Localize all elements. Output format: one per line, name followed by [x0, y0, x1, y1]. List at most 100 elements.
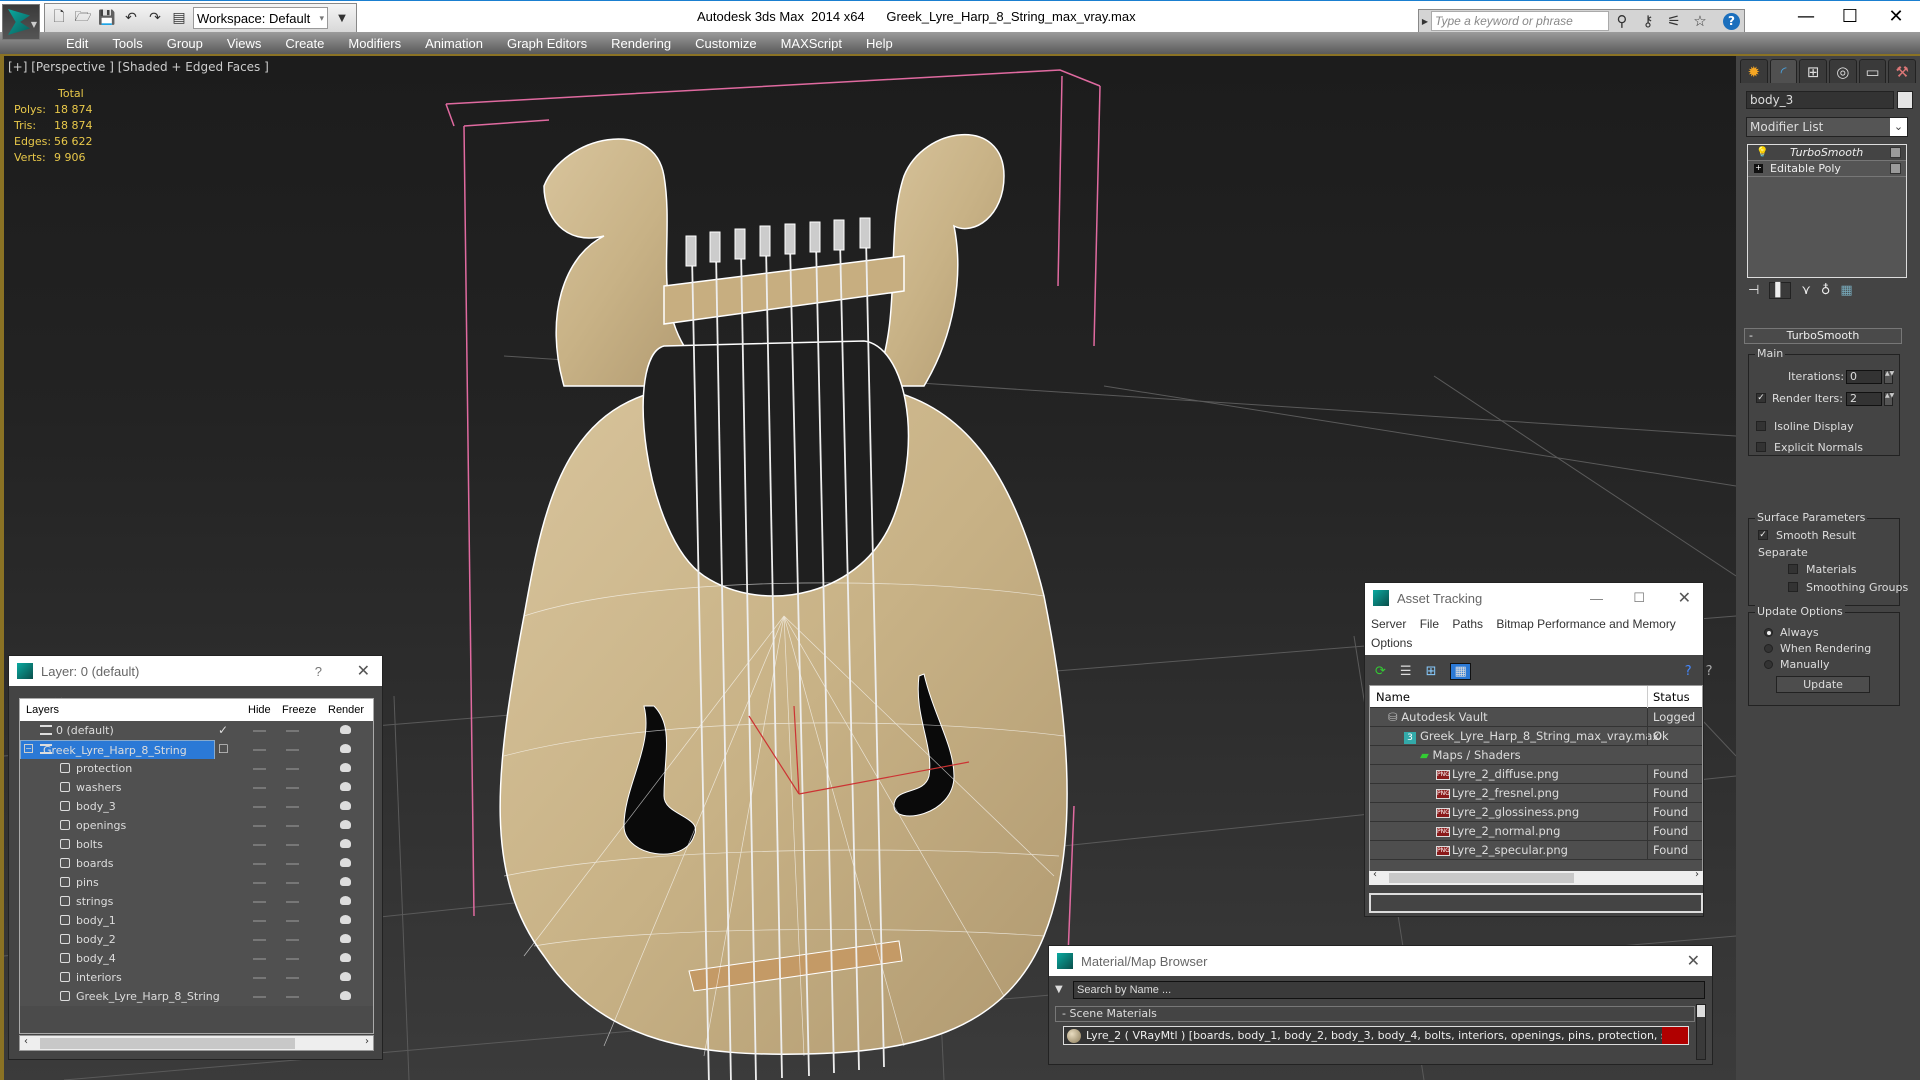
- update-button[interactable]: Update: [1776, 676, 1870, 693]
- menu-modifiers[interactable]: Modifiers: [336, 36, 413, 51]
- scroll-left-icon[interactable]: ‹: [1373, 869, 1377, 880]
- lightbulb-icon[interactable]: 💡: [1756, 145, 1768, 160]
- layer-row[interactable]: Greek_Lyre_Harp_8_String: [20, 987, 373, 1006]
- asset-row[interactable]: PNG Lyre_2_specular.png Found: [1370, 841, 1702, 860]
- vault-status-icon[interactable]: ?: [1706, 664, 1713, 679]
- keyword-search-input[interactable]: Type a keyword or phrase: [1431, 11, 1609, 31]
- pin-stack-icon[interactable]: ⊣: [1748, 283, 1759, 298]
- dialog-title-bar[interactable]: Material/Map Browser ✕: [1049, 946, 1712, 976]
- hide-toggle[interactable]: [253, 996, 266, 998]
- hide-toggle[interactable]: [253, 768, 266, 770]
- hide-toggle[interactable]: [253, 863, 266, 865]
- layer-row[interactable]: − Greek_Lyre_Harp_8_String ☐: [20, 740, 373, 761]
- modifier-list-dropdown[interactable]: Modifier List ⌄: [1746, 117, 1908, 137]
- layer-name[interactable]: boards: [76, 854, 114, 873]
- hide-toggle[interactable]: [253, 806, 266, 808]
- tab-display[interactable]: ▭: [1858, 59, 1887, 83]
- layer-name[interactable]: protection: [76, 759, 132, 778]
- project-folder-icon[interactable]: ▤: [169, 8, 189, 28]
- scroll-left-icon[interactable]: ‹: [24, 1036, 28, 1047]
- show-end-result-icon[interactable]: ▌: [1769, 282, 1792, 299]
- layer-row[interactable]: openings: [20, 816, 373, 835]
- render-teapot-icon[interactable]: [340, 839, 351, 848]
- vault-help-icon[interactable]: ?: [1685, 664, 1692, 679]
- render-teapot-icon[interactable]: [340, 972, 351, 981]
- materials-checkbox[interactable]: [1788, 564, 1798, 574]
- layer-name[interactable]: body_3: [76, 797, 116, 816]
- expand-arrow-icon[interactable]: ▶: [1419, 17, 1431, 26]
- asset-row[interactable]: PNG Lyre_2_normal.png Found: [1370, 822, 1702, 841]
- object-name-field[interactable]: body_3: [1746, 91, 1894, 109]
- render-teapot-icon[interactable]: [340, 991, 351, 1000]
- layer-row[interactable]: body_2: [20, 930, 373, 949]
- object-color-swatch[interactable]: [1897, 91, 1913, 109]
- workspace-dropdown[interactable]: Workspace: Default ▾: [193, 7, 328, 29]
- layer-name[interactable]: openings: [76, 816, 126, 835]
- layer-row[interactable]: 0 (default) ✓: [20, 721, 373, 740]
- tab-hierarchy[interactable]: ⊞: [1799, 59, 1828, 83]
- hide-toggle[interactable]: [253, 882, 266, 884]
- layer-row[interactable]: interiors: [20, 968, 373, 987]
- smooth-result-checkbox[interactable]: ✓: [1758, 530, 1768, 540]
- hide-toggle[interactable]: [253, 844, 266, 846]
- stack-item-editable-poly[interactable]: + Editable Poly: [1748, 161, 1906, 177]
- hide-toggle[interactable]: [253, 958, 266, 960]
- render-teapot-icon[interactable]: [340, 744, 351, 753]
- render-teapot-icon[interactable]: [340, 820, 351, 829]
- hide-toggle[interactable]: [253, 977, 266, 979]
- stack-item-checkbox[interactable]: [1890, 147, 1901, 158]
- menu-views[interactable]: Views: [215, 36, 273, 51]
- hide-toggle[interactable]: [253, 901, 266, 903]
- menu-bitmap-performance[interactable]: Bitmap Performance and Memory: [1496, 617, 1675, 631]
- open-file-icon[interactable]: 🗁: [73, 8, 93, 28]
- render-teapot-icon[interactable]: [340, 877, 351, 886]
- stack-item-turbosmooth[interactable]: 💡 TurboSmooth: [1748, 145, 1906, 161]
- menu-graph-editors[interactable]: Graph Editors: [495, 36, 599, 51]
- tab-utilities[interactable]: ⚒: [1888, 59, 1917, 83]
- scroll-right-icon[interactable]: ›: [365, 1036, 369, 1047]
- menu-paths[interactable]: Paths: [1452, 617, 1483, 631]
- save-icon[interactable]: 💾: [97, 8, 117, 28]
- table-view-icon[interactable]: ▦: [1450, 662, 1471, 680]
- render-teapot-icon[interactable]: [340, 782, 351, 791]
- layer-row[interactable]: body_4: [20, 949, 373, 968]
- stack-item-checkbox[interactable]: [1890, 163, 1901, 174]
- layer-name[interactable]: body_2: [76, 930, 116, 949]
- render-iters-spinner-arrows[interactable]: ▲▼: [1884, 392, 1894, 406]
- viewport-label[interactable]: [+] [Perspective ] [Shaded + Edged Faces…: [8, 60, 269, 74]
- layer-row[interactable]: body_3: [20, 797, 373, 816]
- layer-row[interactable]: body_1: [20, 911, 373, 930]
- render-teapot-icon[interactable]: [340, 725, 351, 734]
- render-teapot-icon[interactable]: [340, 953, 351, 962]
- refresh-icon[interactable]: ⟳: [1375, 664, 1386, 679]
- close-icon[interactable]: ✕: [1687, 951, 1700, 971]
- layer-row[interactable]: strings: [20, 892, 373, 911]
- close-icon[interactable]: ✕: [357, 661, 370, 681]
- asset-row[interactable]: ▰ Maps / Shaders: [1370, 746, 1702, 765]
- scrollbar-thumb[interactable]: [40, 1038, 295, 1049]
- freeze-toggle[interactable]: [286, 958, 299, 960]
- material-item[interactable]: Lyre_2 ( VRayMtl ) [boards, body_1, body…: [1063, 1026, 1689, 1045]
- horizontal-scrollbar[interactable]: ‹ ›: [19, 1035, 374, 1051]
- layer-name[interactable]: pins: [76, 873, 99, 892]
- freeze-toggle[interactable]: [286, 844, 299, 846]
- smoothing-groups-checkbox[interactable]: [1788, 582, 1798, 592]
- maximize-button[interactable]: ☐: [1830, 5, 1870, 29]
- set-current-checkbox[interactable]: ☐: [218, 740, 229, 759]
- horizontal-scrollbar[interactable]: ‹ ›: [1369, 869, 1703, 885]
- search-by-name-input[interactable]: Search by Name ...: [1073, 981, 1705, 999]
- help-icon[interactable]: ?: [1723, 12, 1740, 30]
- explicit-normals-checkbox[interactable]: [1756, 442, 1766, 452]
- vertical-scrollbar[interactable]: [1696, 1004, 1706, 1060]
- binoculars-icon[interactable]: ⚲: [1609, 11, 1635, 31]
- iterations-spinner[interactable]: 0: [1846, 370, 1882, 384]
- minimize-button[interactable]: —: [1786, 5, 1826, 29]
- asset-row[interactable]: PNG Lyre_2_fresnel.png Found: [1370, 784, 1702, 803]
- render-teapot-icon[interactable]: [340, 858, 351, 867]
- hide-toggle[interactable]: [253, 825, 266, 827]
- turbosmooth-rollout-header[interactable]: - TurboSmooth: [1744, 328, 1902, 344]
- iterations-spinner-arrows[interactable]: ▲▼: [1884, 370, 1894, 384]
- maximize-icon[interactable]: ☐: [1633, 590, 1645, 606]
- freeze-toggle[interactable]: [286, 939, 299, 941]
- list-view-icon[interactable]: ☰: [1400, 664, 1412, 679]
